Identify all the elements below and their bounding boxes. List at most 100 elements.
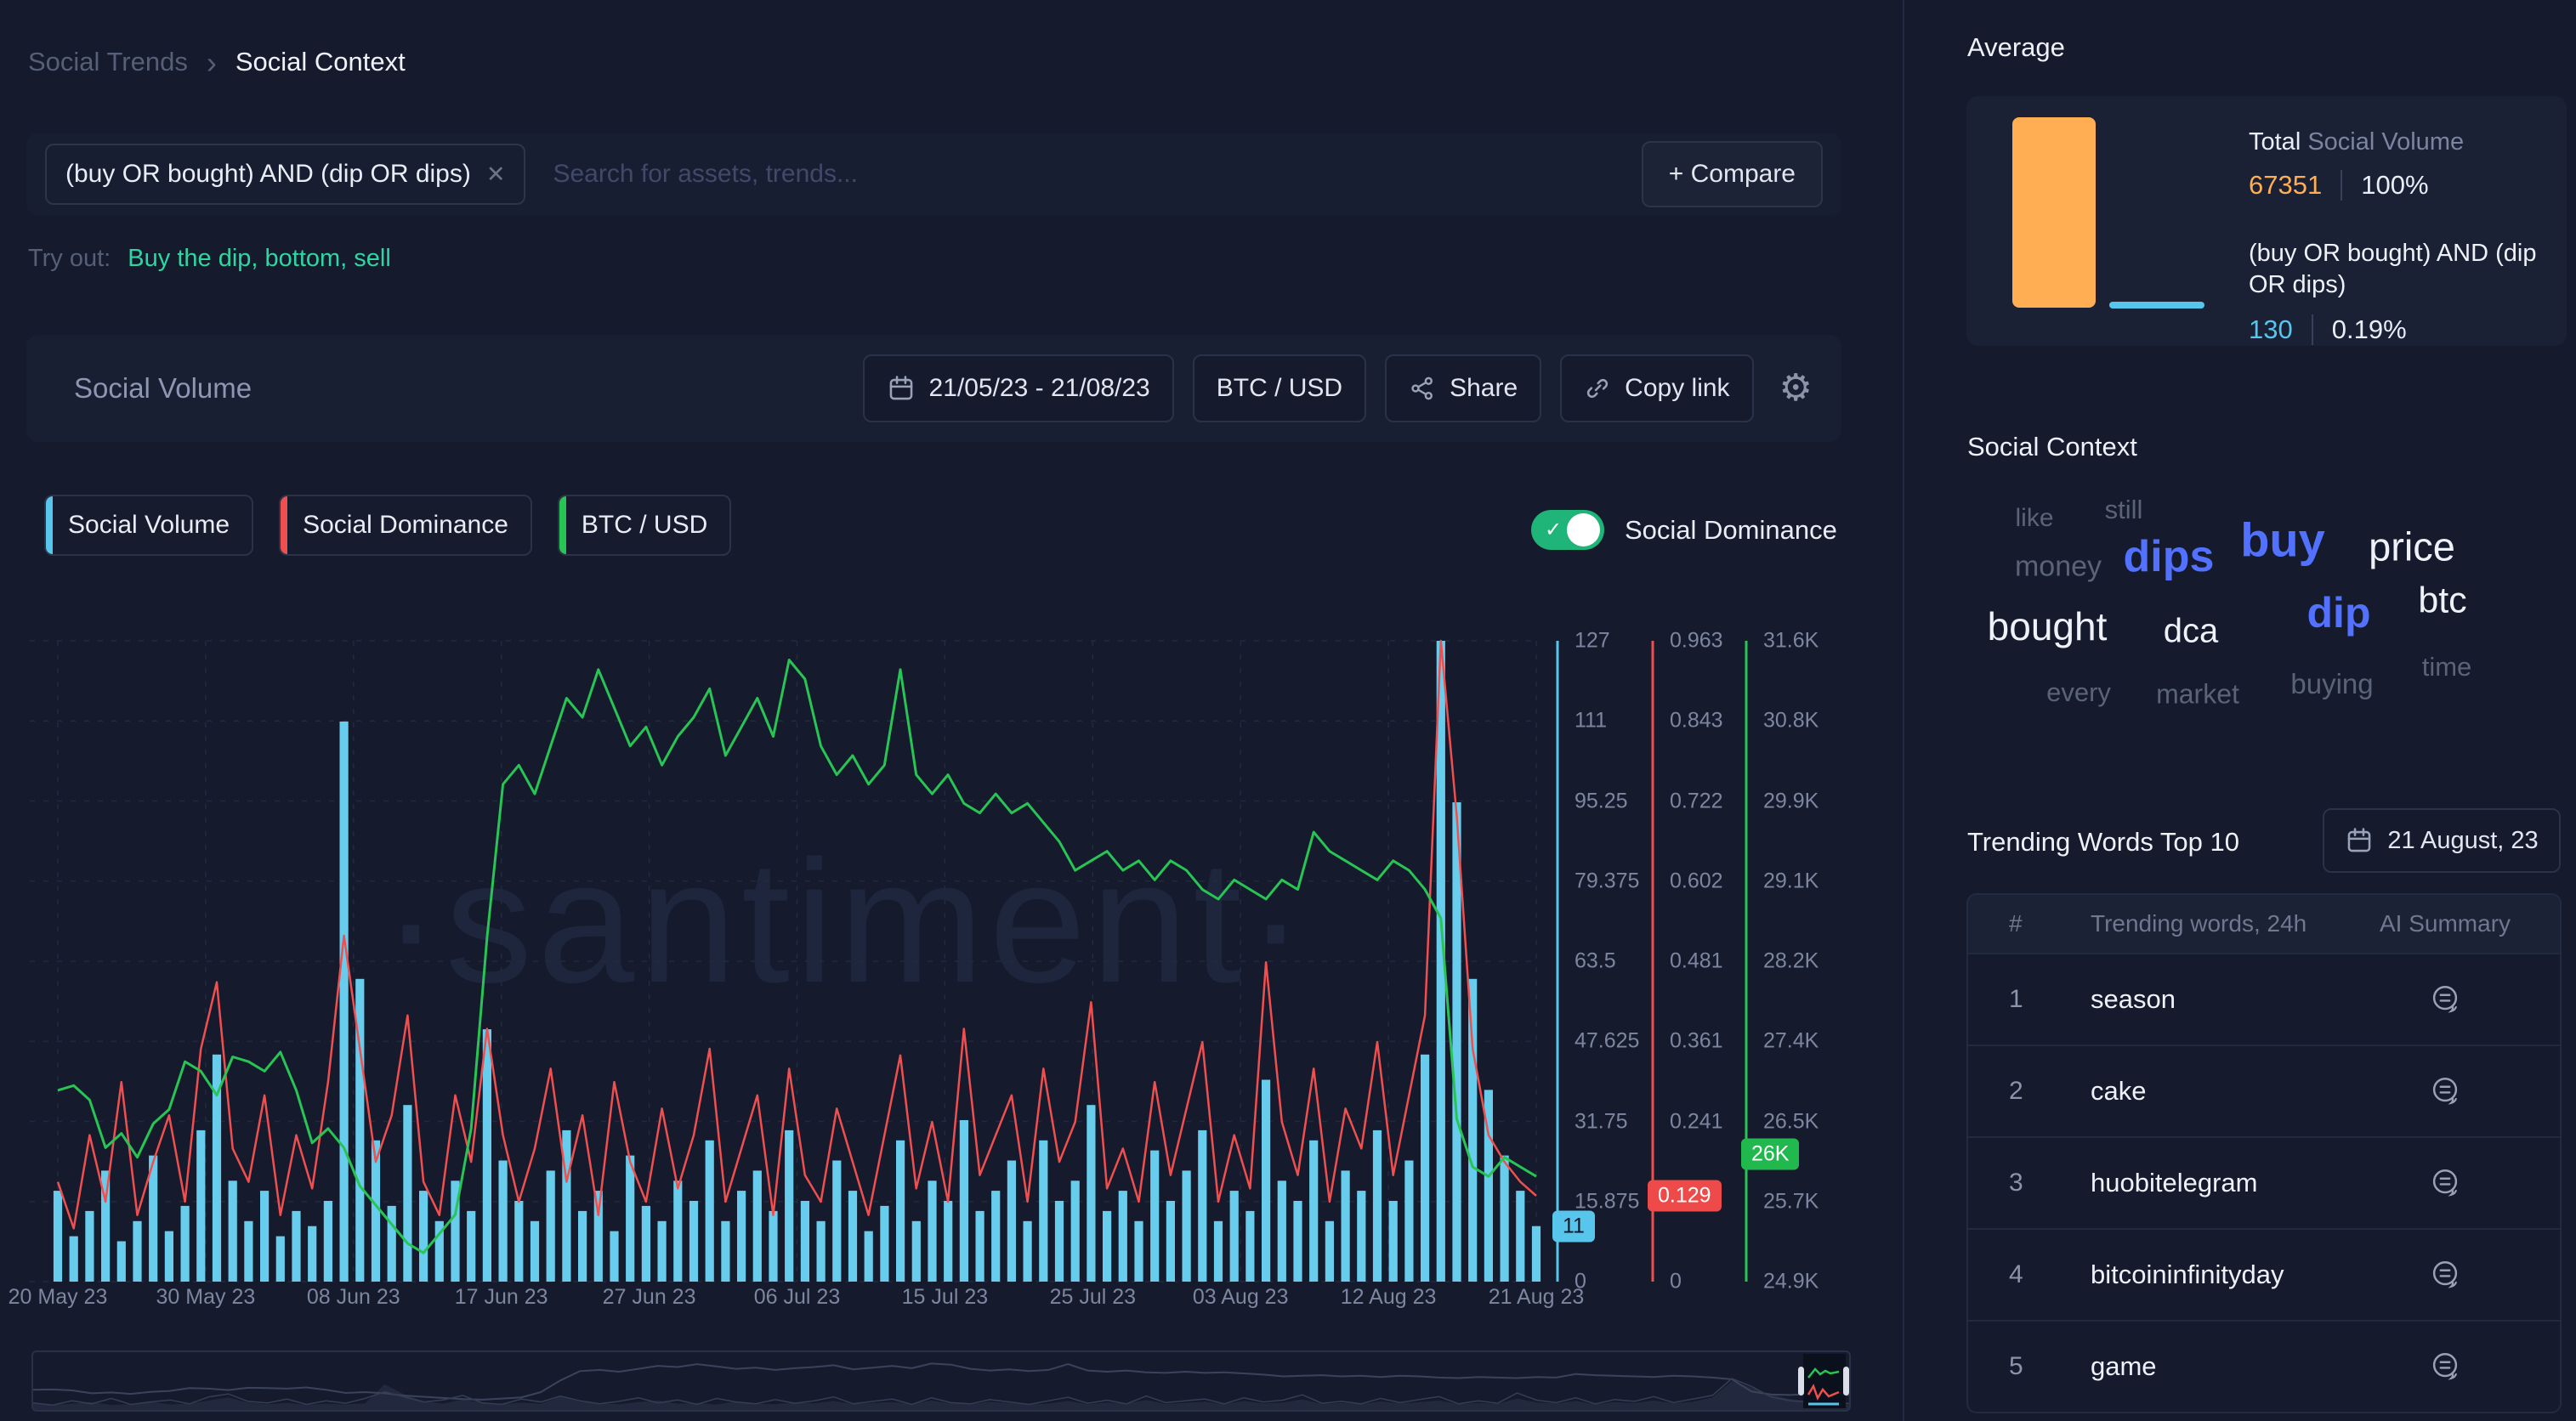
trending-word-row[interactable]: 2cake	[1968, 1045, 2560, 1136]
trending-table-header: # Trending words, 24h AI Summary	[1968, 895, 2560, 953]
btc_usd-tick-label: 24.9K	[1763, 1270, 1819, 1294]
trending-rank: 1	[1968, 985, 2091, 1014]
average-card: Total Social Volume 67351 100% (buy OR b…	[1966, 96, 2567, 346]
range-selector-chart	[33, 1352, 1849, 1410]
ai-summary-icon[interactable]	[2427, 1073, 2463, 1109]
gear-icon[interactable]: ⚙	[1779, 370, 1813, 407]
ai-summary-cell[interactable]	[2330, 1165, 2560, 1201]
legend-color-bar	[559, 496, 566, 554]
x-axis-label: 06 Jul 23	[754, 1285, 840, 1310]
search-input[interactable]	[551, 159, 1641, 190]
word-cloud-word-money[interactable]: money	[2015, 551, 2102, 584]
trending-word[interactable]: cake	[2091, 1076, 2330, 1107]
word-cloud-word-dips[interactable]: dips	[2124, 531, 2215, 582]
social_dominance-tick-label: 0.843	[1670, 709, 1723, 733]
check-icon: ✓	[1545, 518, 1562, 542]
trending-word[interactable]: huobitelegram	[2091, 1168, 2330, 1198]
social_volume-tick-label: 111	[1575, 709, 1607, 733]
query-value: 130	[2249, 314, 2293, 345]
legend-chip-label: Social Volume	[68, 511, 230, 540]
social_volume-tick-label: 79.375	[1575, 869, 1639, 893]
trending-rank: 5	[1968, 1352, 2091, 1381]
date-range-button[interactable]: 21/05/23 - 21/08/23	[863, 354, 1174, 422]
toggle-knob	[1567, 513, 1600, 546]
ai-summary-cell[interactable]	[2330, 1257, 2560, 1293]
x-axis-label: 20 May 23	[9, 1285, 108, 1310]
copy-link-button[interactable]: Copy link	[1560, 354, 1753, 422]
social-dominance-toggle[interactable]: ✓	[1531, 510, 1604, 550]
range-handle-left[interactable]	[1798, 1367, 1804, 1396]
word-cloud-word-price[interactable]: price	[2369, 524, 2455, 570]
try-out-link[interactable]: Buy the dip, bottom, sell	[128, 245, 391, 272]
social_volume-tick-label: 47.625	[1575, 1029, 1639, 1054]
ai-summary-icon[interactable]	[2427, 1257, 2463, 1293]
word-cloud-word-still[interactable]: still	[2105, 495, 2143, 525]
social_dominance-tick-label: 0.241	[1670, 1109, 1723, 1134]
query-tag-chip[interactable]: (buy OR bought) AND (dip OR dips) ✕	[45, 144, 525, 205]
ai-summary-cell[interactable]	[2330, 1349, 2560, 1384]
word-cloud-word-every[interactable]: every	[2046, 677, 2111, 708]
trending-word-row[interactable]: 1season	[1968, 953, 2560, 1045]
word-cloud-word-like[interactable]: like	[2015, 504, 2053, 533]
chart-panel-header: Social Volume 21/05/23 - 21/08/23 BTC / …	[26, 335, 1841, 442]
legend-chip-2[interactable]: BTC / USD	[558, 495, 731, 556]
ai-summary-icon[interactable]	[2427, 1165, 2463, 1201]
share-button[interactable]: Share	[1385, 354, 1541, 422]
social_dominance-tick-label: 0.602	[1670, 869, 1723, 893]
ai-summary-icon[interactable]	[2427, 982, 2463, 1017]
range-handle-right[interactable]	[1843, 1367, 1849, 1396]
breadcrumb: Social Trends › Social Context	[28, 47, 406, 77]
trending-word[interactable]: game	[2091, 1351, 2330, 1382]
legend-chip-1[interactable]: Social Dominance	[279, 495, 532, 556]
x-axis-label: 27 Jun 23	[603, 1285, 696, 1310]
word-cloud-word-bought[interactable]: bought	[1988, 603, 2108, 649]
social_volume-tick-label: 31.75	[1575, 1109, 1628, 1134]
legend-chip-0[interactable]: Social Volume	[44, 495, 253, 556]
header-words: Trending words, 24h	[2091, 910, 2330, 937]
social_dominance-tick-label: 0.963	[1670, 629, 1723, 654]
trending-word-row[interactable]: 3huobitelegram	[1968, 1136, 2560, 1228]
word-cloud-word-buy[interactable]: buy	[2240, 512, 2325, 568]
trending-word-row[interactable]: 5game	[1968, 1320, 2560, 1412]
word-cloud: like stillmoney dipsbuy price bought dca dip bt…	[1966, 489, 2567, 737]
word-cloud-word-dca[interactable]: dca	[2164, 613, 2219, 651]
x-axis-label: 25 Jul 23	[1050, 1285, 1136, 1310]
compare-button[interactable]: + Compare	[1642, 141, 1823, 207]
minimap-price-line	[33, 1363, 1849, 1400]
total-volume-bar	[2012, 117, 2096, 308]
social_volume-tick-label: 95.25	[1575, 789, 1628, 813]
calendar-icon	[887, 374, 916, 403]
word-cloud-word-market[interactable]: market	[2156, 679, 2239, 710]
ai-summary-cell[interactable]	[2330, 982, 2560, 1017]
trending-words-title: Trending Words Top 10	[1967, 827, 2239, 858]
social_volume-current-badge: 11	[1552, 1210, 1595, 1242]
word-cloud-word-dip[interactable]: dip	[2307, 588, 2371, 637]
range-selection-window[interactable]	[1803, 1354, 1846, 1408]
social_dominance-tick-label: 0	[1670, 1270, 1682, 1294]
trending-rank: 3	[1968, 1169, 2091, 1197]
close-icon[interactable]: ✕	[486, 161, 506, 188]
trending-word[interactable]: bitcoininfinityday	[2091, 1260, 2330, 1290]
trending-word-row[interactable]: 4bitcoininfinityday	[1968, 1228, 2560, 1320]
social_volume-tick-label: 63.5	[1575, 949, 1616, 974]
share-label: Share	[1450, 374, 1518, 403]
trending-word[interactable]: season	[2091, 984, 2330, 1015]
asset-pair-label: BTC / USD	[1217, 374, 1342, 403]
ai-summary-cell[interactable]	[2330, 1073, 2560, 1109]
breadcrumb-parent-link[interactable]: Social Trends	[28, 47, 188, 77]
total-volume-label: Total Social Volume	[2249, 128, 2555, 156]
minimap-dominance-line	[33, 1379, 1849, 1405]
social_dominance-tick-label: 0.722	[1670, 789, 1723, 813]
chart-legend: Social Volume Social Dominance BTC / USD	[44, 495, 731, 556]
ai-summary-icon[interactable]	[2427, 1349, 2463, 1384]
try-out-row: Try out: Buy the dip, bottom, sell	[28, 245, 391, 273]
word-cloud-word-buying[interactable]: buying	[2290, 668, 2373, 700]
word-cloud-word-time[interactable]: time	[2422, 652, 2472, 682]
word-cloud-word-btc[interactable]: btc	[2418, 580, 2466, 622]
trending-date-button[interactable]: 21 August, 23	[2323, 808, 2561, 873]
asset-pair-button[interactable]: BTC / USD	[1193, 354, 1366, 422]
chart-range-selector[interactable]	[31, 1350, 1851, 1412]
query-text: (buy OR bought) AND (dip OR dips)	[2249, 238, 2555, 301]
x-axis-label: 15 Jul 23	[902, 1285, 988, 1310]
social_dominance-tick-label: 0.361	[1670, 1029, 1723, 1054]
